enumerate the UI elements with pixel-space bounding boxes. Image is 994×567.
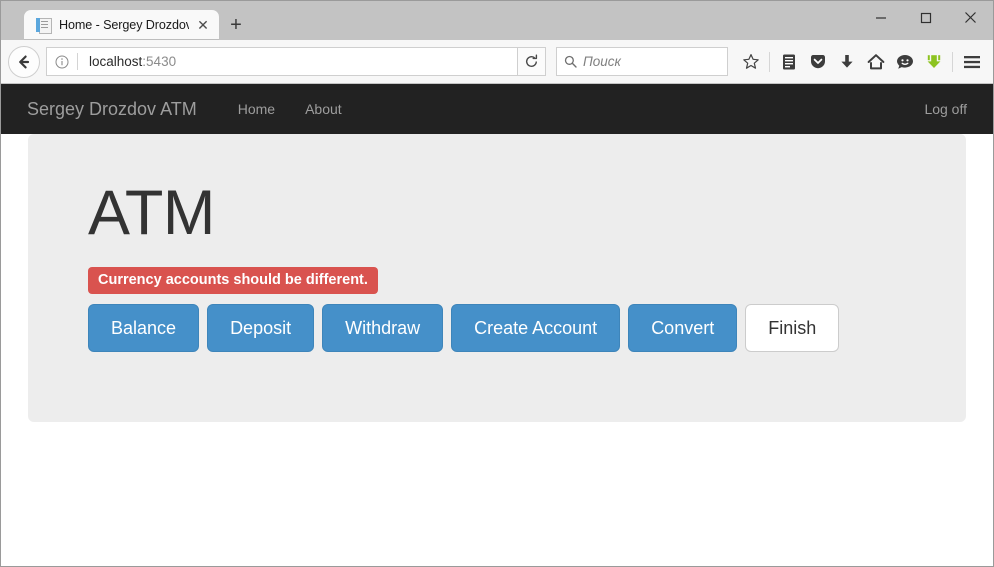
back-arrow-icon[interactable] xyxy=(8,45,40,78)
nav-item-home[interactable]: Home xyxy=(223,101,290,117)
window-controls xyxy=(858,1,993,34)
browser-toolbar-icons xyxy=(736,47,986,77)
deposit-button[interactable]: Deposit xyxy=(207,304,315,352)
tab-strip: Home - Sergey Drozdov A... ✕ + xyxy=(1,1,253,40)
search-placeholder: Поиск xyxy=(583,54,621,69)
hamburger-menu-icon[interactable] xyxy=(957,47,986,77)
url-host: localhost xyxy=(89,54,143,69)
address-bar[interactable]: localhost:5430 xyxy=(46,47,518,76)
search-input[interactable]: Поиск xyxy=(556,47,728,76)
nav-item-about[interactable]: About xyxy=(290,101,357,117)
maximize-icon[interactable] xyxy=(903,1,948,34)
site-nav-links: Home About xyxy=(223,101,357,117)
site-brand[interactable]: Sergey Drozdov ATM xyxy=(27,99,197,120)
new-tab-button[interactable]: + xyxy=(219,10,253,40)
nav-item-log-off[interactable]: Log off xyxy=(909,101,967,117)
url-text: localhost:5430 xyxy=(78,54,176,69)
home-icon[interactable] xyxy=(861,47,890,77)
browser-tab[interactable]: Home - Sergey Drozdov A... ✕ xyxy=(24,10,219,40)
page-title: ATM xyxy=(88,178,215,248)
withdraw-button[interactable]: Withdraw xyxy=(322,304,444,352)
search-icon xyxy=(557,55,583,68)
browser-window: Home - Sergey Drozdov A... ✕ + xyxy=(0,0,994,567)
site-nav-right: Log off xyxy=(909,101,967,117)
page-viewport: Sergey Drozdov ATM Home About Log off AT… xyxy=(1,84,993,515)
downloads-icon[interactable] xyxy=(832,47,861,77)
browser-titlebar: Home - Sergey Drozdov A... ✕ + xyxy=(1,1,993,40)
alert-row: Currency accounts should be different. xyxy=(88,267,906,304)
jumbotron: ATM Currency accounts should be differen… xyxy=(28,134,966,422)
site-navbar: Sergey Drozdov ATM Home About Log off xyxy=(1,84,993,134)
toolbar-divider xyxy=(952,51,953,72)
url-port: :5430 xyxy=(142,54,177,69)
bookmark-star-icon[interactable] xyxy=(736,47,765,77)
tab-title: Home - Sergey Drozdov A... xyxy=(59,18,189,32)
finish-button[interactable]: Finish xyxy=(745,304,840,352)
reload-icon[interactable] xyxy=(518,47,546,76)
minimize-icon[interactable] xyxy=(858,1,903,34)
info-icon[interactable] xyxy=(47,55,77,69)
action-button-row: Balance Deposit Withdraw Create Account … xyxy=(88,304,906,352)
toolbar-divider xyxy=(769,51,770,72)
browser-toolbar: localhost:5430 Поиск xyxy=(1,40,993,84)
convert-button[interactable]: Convert xyxy=(628,304,738,352)
close-icon[interactable]: ✕ xyxy=(195,17,211,33)
close-icon[interactable] xyxy=(948,1,993,34)
error-alert: Currency accounts should be different. xyxy=(88,267,378,294)
create-account-button[interactable]: Create Account xyxy=(451,304,621,352)
downthemall-icon[interactable] xyxy=(919,47,948,77)
page-icon xyxy=(36,17,52,34)
feedback-smiley-icon[interactable] xyxy=(890,47,919,77)
balance-button[interactable]: Balance xyxy=(88,304,200,352)
reader-list-icon[interactable] xyxy=(774,47,803,77)
pocket-icon[interactable] xyxy=(803,47,832,77)
page-container: ATM Currency accounts should be differen… xyxy=(1,134,993,422)
